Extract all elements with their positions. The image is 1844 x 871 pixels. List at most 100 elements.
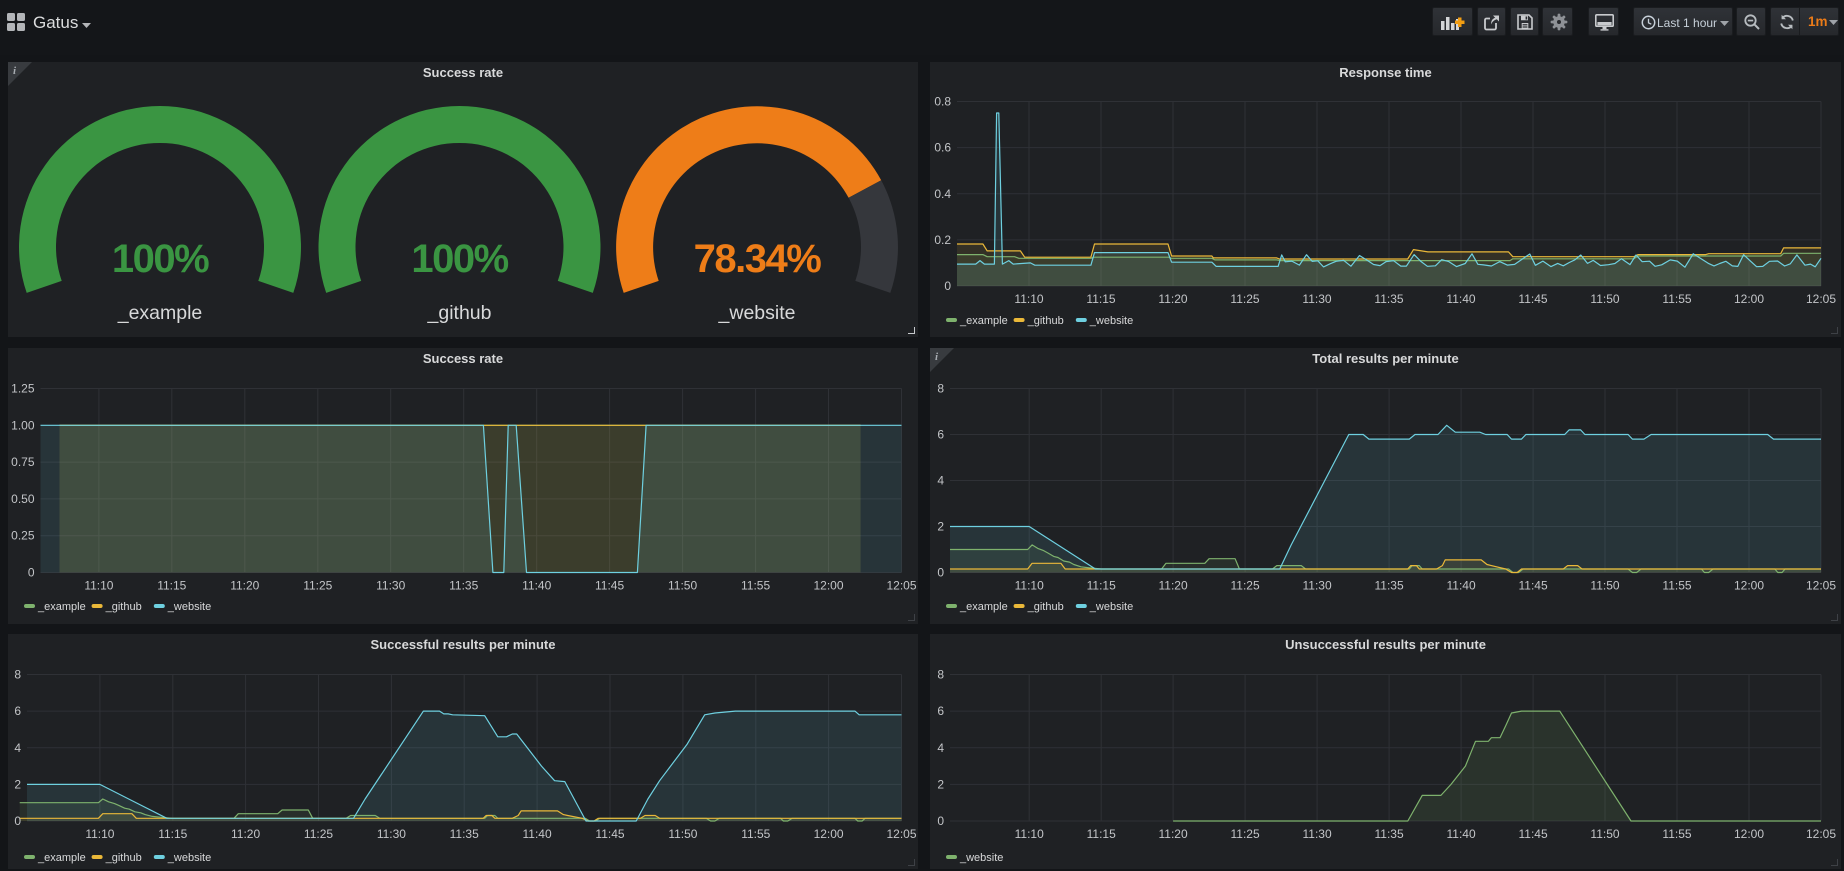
svg-text:11:50: 11:50 [668, 579, 697, 593]
svg-text:11:40: 11:40 [522, 579, 551, 593]
svg-text:11:20: 11:20 [1159, 827, 1188, 841]
svg-text:11:55: 11:55 [741, 827, 770, 841]
svg-text:0.25: 0.25 [11, 529, 35, 543]
svg-text:11:30: 11:30 [1303, 579, 1332, 593]
svg-text:11:20: 11:20 [230, 579, 259, 593]
svg-text:0: 0 [28, 566, 35, 580]
svg-text:11:55: 11:55 [1662, 827, 1691, 841]
svg-text:11:45: 11:45 [1518, 292, 1547, 306]
svg-text:11:45: 11:45 [1519, 827, 1548, 841]
svg-text:11:25: 11:25 [1231, 579, 1260, 593]
svg-text:11:40: 11:40 [523, 827, 552, 841]
svg-text:11:25: 11:25 [1231, 827, 1260, 841]
svg-text:0: 0 [14, 814, 21, 828]
svg-text:_example: _example [117, 302, 203, 324]
svg-text:2: 2 [937, 520, 944, 534]
svg-text:11:15: 11:15 [157, 579, 186, 593]
svg-text:12:00: 12:00 [814, 827, 844, 841]
svg-text:12:00: 12:00 [1734, 292, 1764, 306]
svg-text:0.6: 0.6 [934, 141, 951, 155]
svg-text:11:40: 11:40 [1447, 579, 1476, 593]
svg-text:_github: _github [1027, 601, 1064, 613]
svg-text:_example: _example [37, 601, 86, 613]
svg-text:12:05: 12:05 [1806, 292, 1836, 306]
svg-text:_example: _example [37, 852, 86, 864]
svg-text:2: 2 [14, 777, 21, 791]
svg-text:_website: _website [959, 852, 1003, 864]
svg-text:11:15: 11:15 [158, 827, 187, 841]
svg-text:_github: _github [105, 601, 142, 613]
svg-text:12:00: 12:00 [1734, 579, 1764, 593]
svg-text:11:10: 11:10 [1014, 292, 1043, 306]
svg-text:11:45: 11:45 [595, 579, 624, 593]
svg-text:1.00: 1.00 [11, 418, 35, 432]
svg-text:11:50: 11:50 [1590, 827, 1619, 841]
svg-text:6: 6 [14, 704, 21, 718]
svg-text:11:30: 11:30 [1302, 292, 1331, 306]
svg-text:_website: _website [167, 601, 211, 613]
svg-text:_github: _github [427, 302, 492, 324]
svg-text:11:50: 11:50 [668, 827, 697, 841]
svg-text:11:45: 11:45 [595, 827, 624, 841]
svg-text:100%: 100% [112, 237, 209, 281]
svg-text:0: 0 [937, 814, 944, 828]
svg-text:11:30: 11:30 [376, 579, 405, 593]
svg-text:11:50: 11:50 [1590, 579, 1619, 593]
svg-text:11:30: 11:30 [377, 827, 406, 841]
svg-text:_website: _website [1089, 315, 1133, 327]
svg-text:11:10: 11:10 [85, 827, 114, 841]
svg-text:11:55: 11:55 [741, 579, 770, 593]
svg-text:12:05: 12:05 [886, 579, 916, 593]
svg-text:0.75: 0.75 [11, 455, 35, 469]
svg-text:11:15: 11:15 [1086, 292, 1115, 306]
svg-text:11:20: 11:20 [231, 827, 260, 841]
svg-text:_website: _website [718, 302, 796, 324]
svg-text:78.34%: 78.34% [694, 237, 822, 281]
svg-text:11:35: 11:35 [1375, 827, 1404, 841]
svg-text:11:15: 11:15 [1087, 579, 1116, 593]
svg-text:_website: _website [167, 852, 211, 864]
svg-text:1.25: 1.25 [11, 382, 35, 396]
svg-text:2: 2 [937, 777, 944, 791]
svg-text:11:10: 11:10 [1015, 579, 1044, 593]
svg-text:11:25: 11:25 [1230, 292, 1259, 306]
svg-text:_github: _github [1027, 315, 1064, 327]
svg-text:11:25: 11:25 [303, 579, 332, 593]
svg-text:12:05: 12:05 [886, 827, 916, 841]
svg-text:11:40: 11:40 [1446, 292, 1475, 306]
svg-text:0.2: 0.2 [934, 233, 951, 247]
svg-text:4: 4 [937, 741, 944, 755]
svg-text:_example: _example [959, 315, 1008, 327]
svg-text:0.4: 0.4 [934, 187, 951, 201]
svg-text:11:20: 11:20 [1159, 579, 1188, 593]
svg-text:11:50: 11:50 [1590, 292, 1619, 306]
svg-text:4: 4 [14, 741, 21, 755]
svg-text:4: 4 [937, 474, 944, 488]
svg-text:11:40: 11:40 [1447, 827, 1476, 841]
svg-text:6: 6 [937, 704, 944, 718]
svg-text:100%: 100% [411, 237, 508, 281]
svg-text:_example: _example [959, 601, 1008, 613]
svg-text:0: 0 [937, 566, 944, 580]
svg-text:11:20: 11:20 [1158, 292, 1187, 306]
svg-text:11:55: 11:55 [1662, 579, 1691, 593]
svg-text:8: 8 [14, 668, 21, 682]
svg-text:11:10: 11:10 [1015, 827, 1044, 841]
svg-text:11:10: 11:10 [84, 579, 113, 593]
svg-text:0: 0 [944, 279, 951, 293]
svg-text:11:35: 11:35 [449, 579, 478, 593]
svg-text:11:25: 11:25 [304, 827, 333, 841]
svg-text:11:30: 11:30 [1303, 827, 1332, 841]
svg-text:_website: _website [1089, 601, 1133, 613]
svg-text:11:35: 11:35 [1374, 292, 1403, 306]
svg-text:11:35: 11:35 [450, 827, 479, 841]
svg-text:11:35: 11:35 [1375, 579, 1404, 593]
svg-text:12:00: 12:00 [813, 579, 843, 593]
svg-text:12:00: 12:00 [1734, 827, 1764, 841]
svg-text:11:15: 11:15 [1087, 827, 1116, 841]
svg-text:11:55: 11:55 [1662, 292, 1691, 306]
svg-text:6: 6 [937, 428, 944, 442]
svg-text:_github: _github [105, 852, 142, 864]
svg-text:12:05: 12:05 [1806, 827, 1836, 841]
svg-text:0.50: 0.50 [11, 492, 35, 506]
